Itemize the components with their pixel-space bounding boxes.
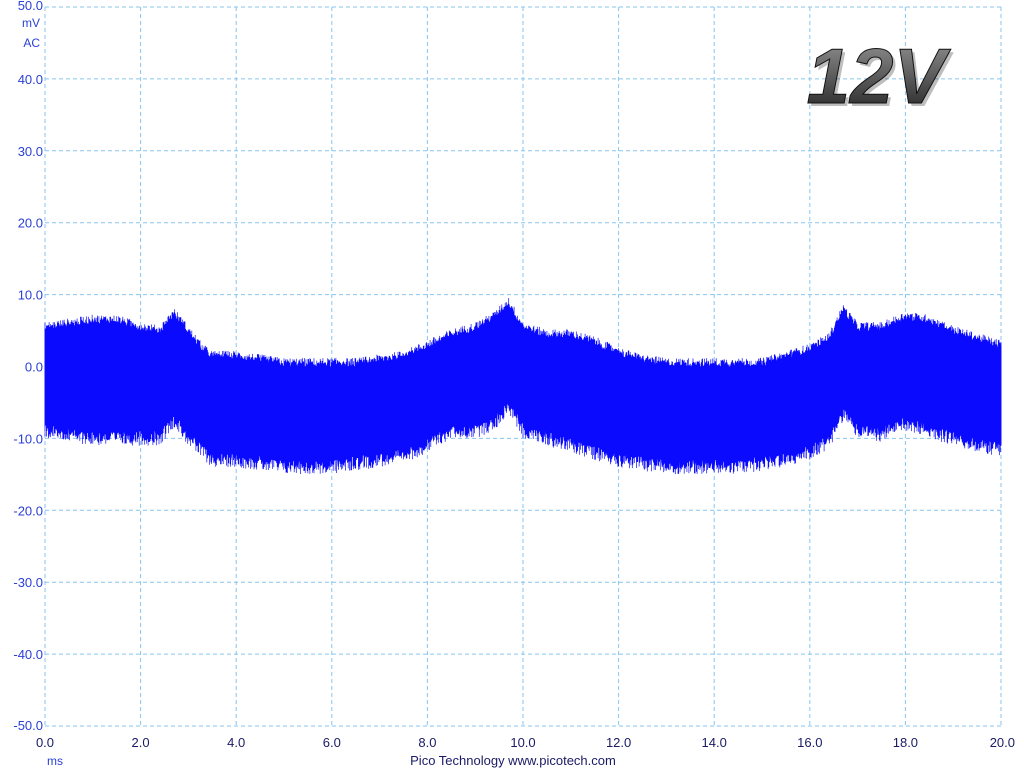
x-tick-label: 4.0 bbox=[227, 735, 245, 750]
oscilloscope-view: 50.0 40.0 30.0 20.0 10.0 0.0 -10.0 -20.0 -30.0 -4… bbox=[0, 0, 1024, 768]
y-tick-label: 20.0 bbox=[18, 216, 43, 231]
x-tick-label: 0.0 bbox=[36, 735, 54, 750]
voltage-badge: 12V bbox=[807, 32, 952, 120]
y-tick-label: 30.0 bbox=[18, 144, 43, 159]
x-tick-label: 14.0 bbox=[702, 735, 727, 750]
x-axis-ticks: 0.0 2.0 4.0 6.0 8.0 10.0 12.0 14.0 16.0 18.0 20.0 bbox=[36, 735, 1015, 750]
y-unit-label: mV bbox=[22, 16, 40, 30]
x-tick-label: 20.0 bbox=[990, 735, 1015, 750]
y-tick-label: 40.0 bbox=[18, 72, 43, 87]
x-tick-label: 12.0 bbox=[606, 735, 631, 750]
y-tick-label: 10.0 bbox=[18, 288, 43, 303]
x-tick-label: 10.0 bbox=[510, 735, 535, 750]
y-tick-label: -10.0 bbox=[13, 431, 43, 446]
scope-chart: 50.0 40.0 30.0 20.0 10.0 0.0 -10.0 -20.0 -30.0 -4… bbox=[13, 0, 1015, 768]
footer-credit: Pico Technology www.picotech.com bbox=[410, 753, 616, 768]
y-tick-label: -20.0 bbox=[13, 503, 43, 518]
y-coupling-label: AC bbox=[23, 36, 40, 50]
x-tick-label: 16.0 bbox=[797, 735, 822, 750]
y-tick-label: 50.0 bbox=[18, 0, 43, 13]
y-tick-label: 0.0 bbox=[25, 360, 43, 375]
x-tick-label: 18.0 bbox=[893, 735, 918, 750]
x-unit-label: ms bbox=[47, 754, 63, 768]
y-tick-label: -30.0 bbox=[13, 575, 43, 590]
x-tick-label: 8.0 bbox=[418, 735, 436, 750]
x-tick-label: 6.0 bbox=[323, 735, 341, 750]
waveform-trace bbox=[44, 298, 1002, 475]
y-tick-label: -40.0 bbox=[13, 647, 43, 662]
y-axis-ticks: 50.0 40.0 30.0 20.0 10.0 0.0 -10.0 -20.0 -30.0 -4… bbox=[13, 0, 43, 733]
x-tick-label: 2.0 bbox=[132, 735, 150, 750]
y-tick-label: -50.0 bbox=[13, 718, 43, 733]
